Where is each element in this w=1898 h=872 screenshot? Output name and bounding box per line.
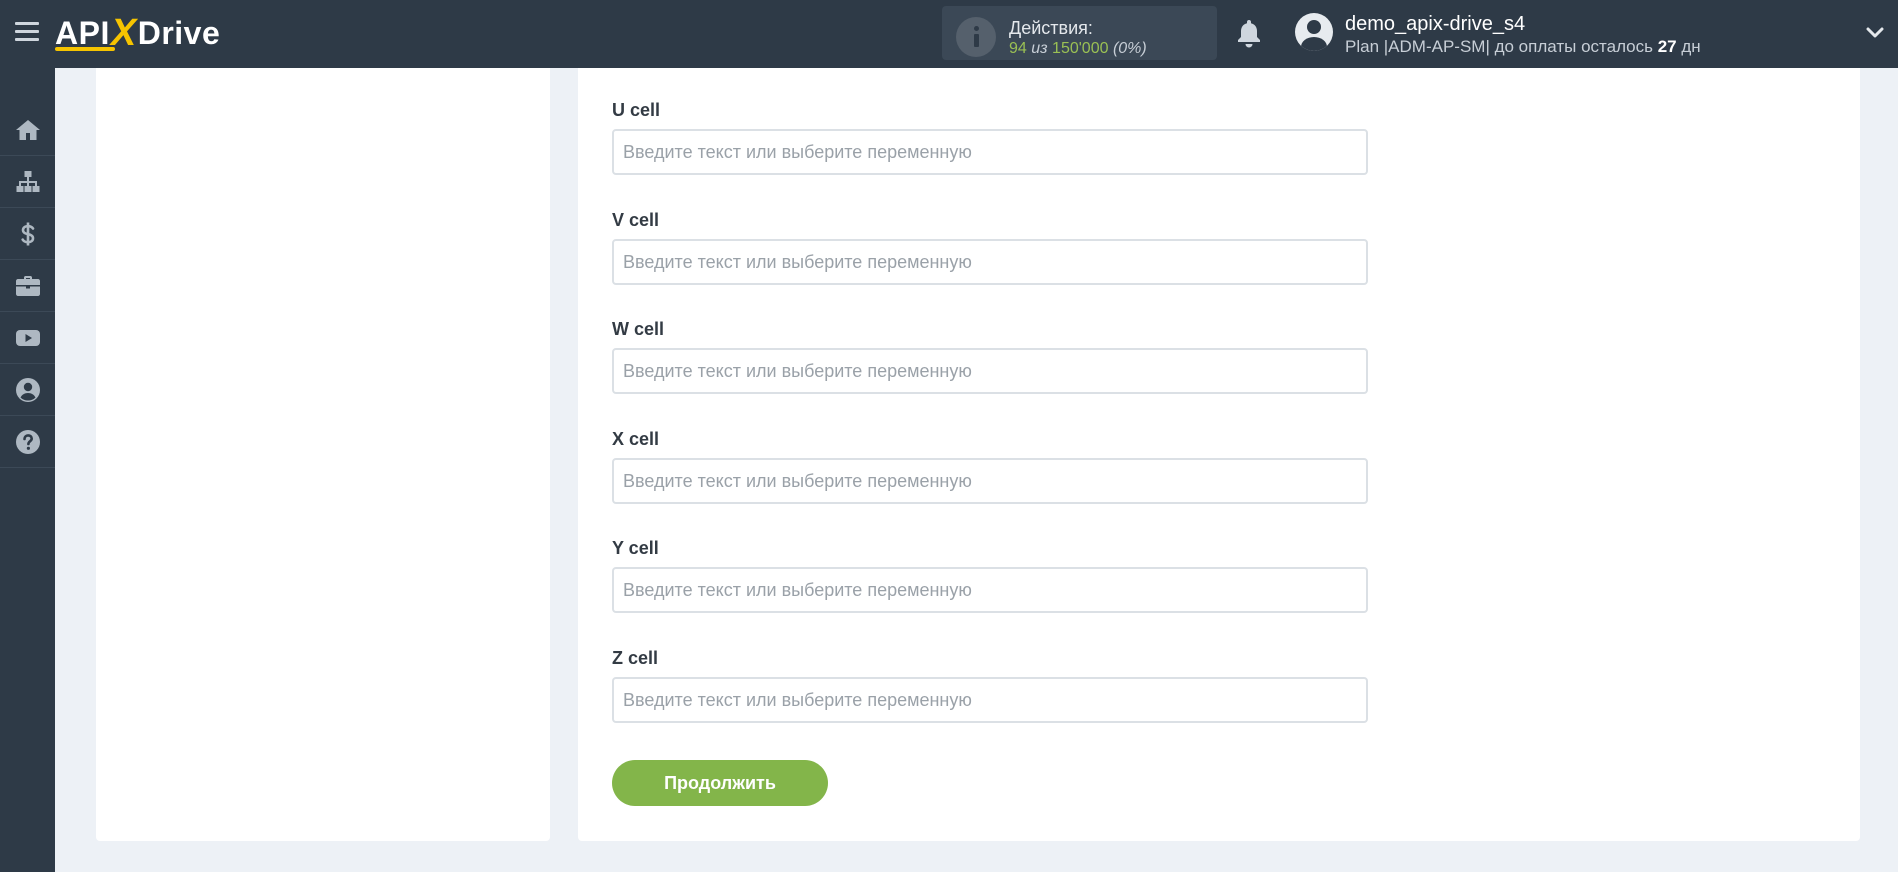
sidebar-item-services[interactable] (0, 260, 55, 312)
main-panel (578, 68, 1860, 841)
plan-text: Plan |ADM-AP-SM| до оплаты осталось (1345, 37, 1658, 56)
info-icon (956, 17, 996, 57)
home-icon (15, 119, 40, 140)
z-cell-input[interactable] (612, 677, 1368, 723)
top-bar: API X Drive Действия: 94 из 150'000 (0%) d… (0, 0, 1898, 68)
v-cell-input[interactable] (612, 239, 1368, 285)
actions-total: 150'000 (1052, 40, 1109, 57)
u-cell-input[interactable] (612, 129, 1368, 175)
question-circle-icon (15, 429, 40, 454)
bell-icon[interactable] (1235, 18, 1263, 48)
field-label-x: X cell (612, 429, 660, 449)
chevron-down-icon[interactable] (1866, 24, 1884, 42)
user-circle-icon (15, 377, 40, 402)
continue-button[interactable]: Продолжить (612, 760, 828, 806)
field-label-z: Z cell (612, 648, 659, 668)
logo-part-drive: Drive (137, 14, 221, 51)
user-name[interactable]: demo_apix-drive_s4 (1345, 13, 1525, 36)
plan-days: 27 (1657, 37, 1677, 56)
user-plan: Plan |ADM-AP-SM| до оплаты осталось 27 д… (1345, 37, 1701, 57)
actions-used: 94 (1009, 40, 1027, 57)
dollar-icon (20, 222, 34, 245)
actions-counter[interactable]: Действия: 94 из 150'000 (0%) (942, 6, 1217, 60)
logo-underline (55, 47, 115, 51)
left-panel (96, 68, 550, 841)
sidebar-item-video[interactable] (0, 312, 55, 364)
field-label-u: U cell (612, 100, 661, 120)
actions-count: 94 из 150'000 (0%) (1009, 40, 1147, 58)
y-cell-input[interactable] (612, 567, 1368, 613)
sidebar-item-home[interactable] (0, 104, 55, 156)
x-cell-input[interactable] (612, 458, 1368, 504)
sidebar-item-connections[interactable] (0, 156, 55, 208)
sidebar (0, 68, 55, 872)
sidebar-item-billing[interactable] (0, 208, 55, 260)
logo-part-api: API (55, 14, 110, 51)
menu-icon[interactable] (15, 22, 39, 42)
field-label-y: Y cell (612, 538, 659, 558)
sidebar-item-profile[interactable] (0, 364, 55, 416)
briefcase-icon (15, 275, 40, 296)
field-label-w: W cell (612, 319, 665, 339)
actions-percent: (0%) (1112, 40, 1147, 57)
actions-separator: из (1031, 40, 1048, 57)
sidebar-item-help[interactable] (0, 416, 55, 468)
plan-days-suffix: дн (1676, 37, 1701, 56)
youtube-icon (15, 329, 40, 346)
user-avatar-icon[interactable] (1295, 13, 1333, 51)
sitemap-icon (16, 170, 39, 192)
actions-title: Действия: (1009, 18, 1093, 38)
field-label-v: V cell (612, 210, 660, 230)
w-cell-input[interactable] (612, 348, 1368, 394)
